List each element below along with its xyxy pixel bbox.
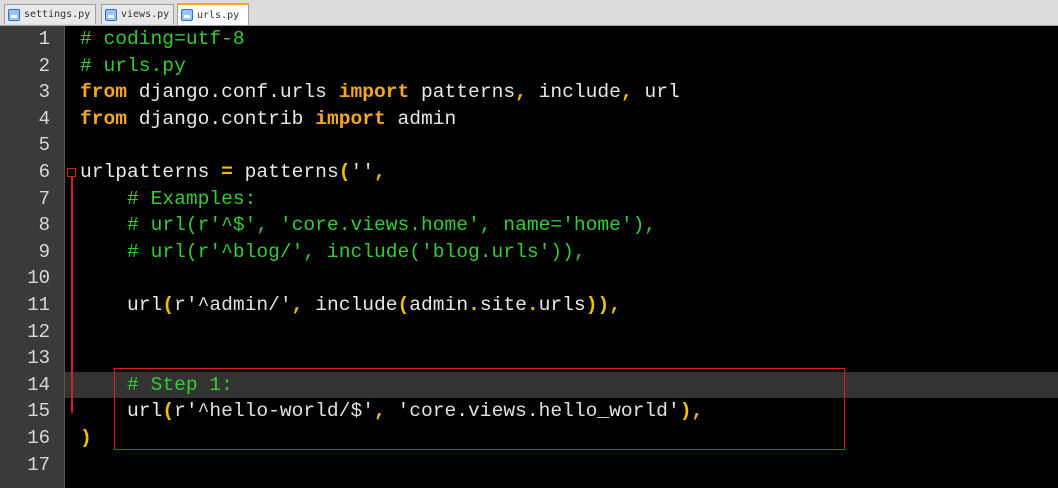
code-line[interactable]: # url(r'^$', 'core.views.home', name='ho… [65,212,1058,239]
code-token: , [609,294,621,316]
code-token: = [221,161,233,183]
code-text: # Examples: [80,186,256,213]
annotation-highlight-box [114,368,845,450]
code-token: r'^admin/' [174,294,292,316]
code-line[interactable]: # coding=utf-8 [65,26,1058,53]
code-token: url [632,81,680,104]
fold-guide-line [71,177,73,413]
code-token: , [620,81,633,104]
tab-settings-py[interactable]: settings.py [4,4,96,24]
code-token: )) [585,294,610,316]
code-token: ( [162,294,175,316]
code-line[interactable] [65,132,1058,159]
line-number: 13 [27,347,50,370]
code-token: # urls.py [80,54,186,77]
code-text: # url(r'^blog/', include('blog.urls')), [80,239,586,266]
code-text: urlpatterns = patterns('', [80,159,386,186]
line-number: 15 [27,400,50,423]
line-number: 12 [27,320,50,343]
code-text: from django.conf.urls import patterns, i… [80,79,680,106]
code-token: # Examples: [127,187,257,210]
line-number: 1 [38,28,50,50]
code-token: django.contrib [127,107,316,130]
line-number: 6 [38,161,50,183]
code-token: , [515,81,527,104]
line-number-gutter[interactable]: 1 2 3 4 5 6 7 8 9 10 11 12 13 14 15 16 17 [0,26,65,488]
tab-urls-py[interactable]: urls.py [177,3,249,25]
code-token: from [80,81,128,104]
tab-label: views.py [121,9,170,20]
line-number: 7 [38,187,50,210]
line-number: 2 [38,54,50,77]
line-number: 4 [38,107,50,130]
file-icon [8,8,20,21]
code-text: url(r'^admin/', include(admin.site.urls)… [80,292,621,319]
code-token: , [291,294,304,316]
code-token: . [468,294,480,316]
code-text: # coding=utf-8 [80,26,245,53]
code-text: # urls.py [80,53,186,80]
code-line[interactable] [65,265,1058,292]
line-number: 9 [38,240,50,263]
code-token: include [526,81,621,104]
code-line[interactable]: # Examples: [65,186,1058,213]
code-token: patterns [232,161,339,183]
line-number: 17 [27,453,50,476]
code-line[interactable]: from django.contrib import admin [65,106,1058,133]
code-line[interactable] [65,452,1058,479]
tab-bar: settings.py views.py urls.py [0,0,1058,26]
code-token: django.conf.urls [127,81,339,104]
file-icon [181,9,193,21]
line-number: 5 [38,134,50,157]
code-line[interactable]: url(r'^admin/', include(admin.site.urls)… [65,292,1058,319]
code-token: ( [397,294,410,316]
code-token: '' [350,161,374,183]
line-number: 10 [27,267,50,290]
file-icon [105,8,117,21]
line-number: 11 [27,294,50,316]
code-text: # url(r'^$', 'core.views.home', name='ho… [80,212,656,239]
code-token: url [80,294,163,316]
code-token: ) [80,427,92,449]
code-token: . [526,294,539,316]
code-token: import [338,81,410,104]
code-token: admin [409,294,469,316]
code-token: urls [538,294,586,316]
code-line[interactable]: from django.conf.urls import patterns, i… [65,79,1058,106]
code-line[interactable]: # url(r'^blog/', include('blog.urls')), [65,239,1058,266]
tab-label: settings.py [24,9,91,20]
line-number: 3 [38,81,50,104]
code-token: # url(r'^$', 'core.views.home', name='ho… [127,214,657,237]
code-token: patterns [409,81,516,104]
line-number: 16 [27,427,50,449]
tab-views-py[interactable]: views.py [101,4,174,24]
fold-minus-icon[interactable] [67,168,76,177]
line-number: 8 [38,214,50,237]
code-token: site [479,294,527,316]
code-token: ( [338,161,351,183]
line-number: 14 [27,373,50,396]
code-text: from django.contrib import admin [80,106,456,133]
code-token: urlpatterns [80,161,222,183]
tab-label: urls.py [197,9,240,21]
code-line[interactable]: # urls.py [65,53,1058,80]
code-token: # url(r'^blog/', include('blog.urls')), [127,240,586,263]
code-line[interactable]: urlpatterns = patterns('', [65,159,1058,186]
code-token: admin [385,107,457,130]
code-token: , [374,161,386,183]
code-token: import [315,107,386,130]
code-text: ) [80,425,92,452]
code-token: include [303,294,398,316]
code-token: # coding=utf-8 [80,28,245,50]
code-token: from [80,107,128,130]
code-line[interactable] [65,319,1058,346]
